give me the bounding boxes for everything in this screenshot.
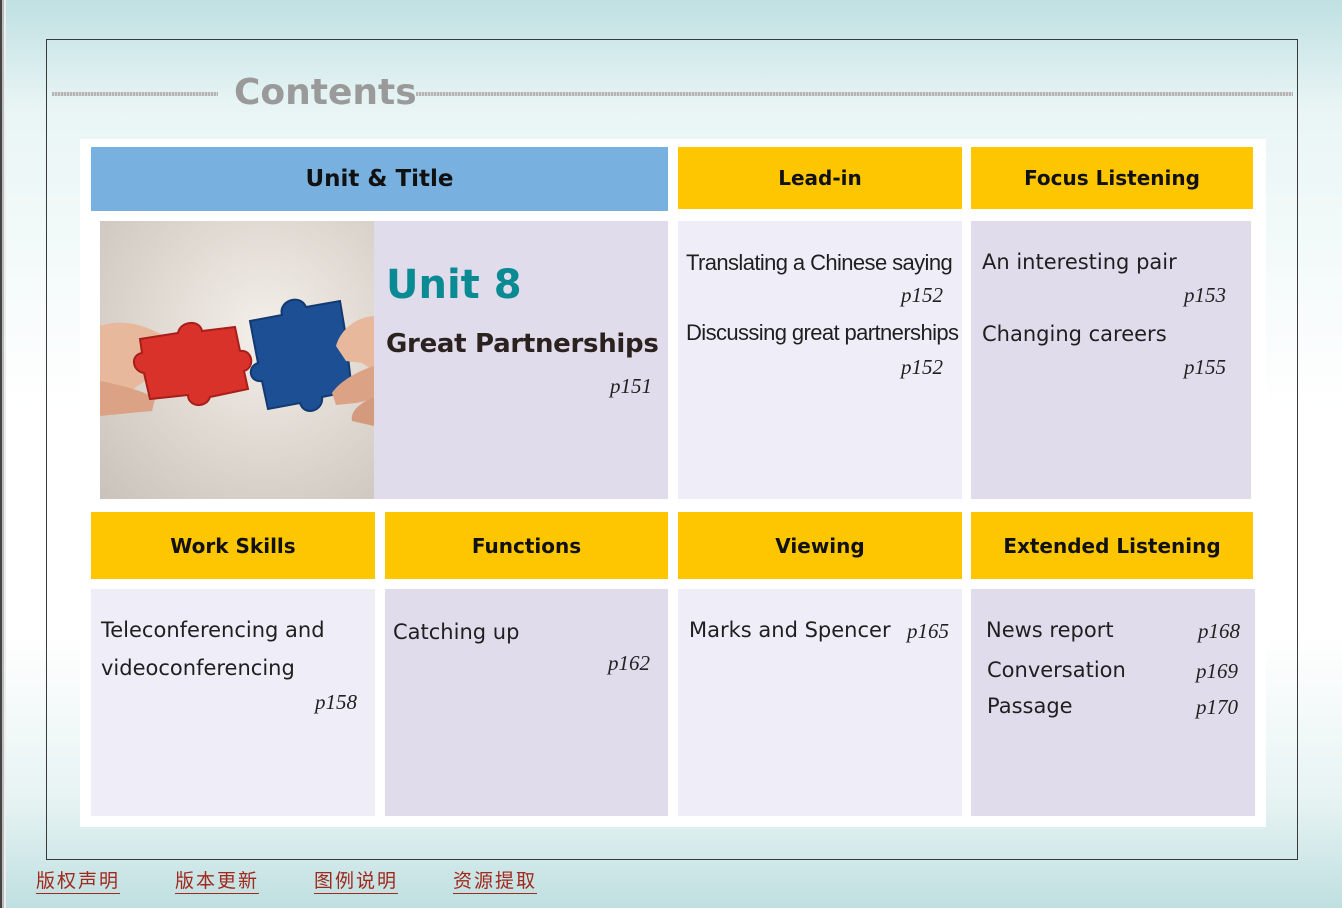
focus-listening-item-2[interactable]: Changing careers bbox=[982, 322, 1167, 346]
heading-divider-left bbox=[52, 92, 218, 96]
work-skills-page[interactable]: p158 bbox=[315, 690, 357, 715]
extended-listening-item-2-page[interactable]: p169 bbox=[1196, 659, 1238, 684]
focus-listening-item-1-page[interactable]: p153 bbox=[1184, 283, 1226, 308]
functions-item[interactable]: Catching up bbox=[393, 620, 519, 644]
footer-link-copyright[interactable]: 版权声明 bbox=[36, 869, 121, 894]
extended-listening-item-1[interactable]: News report bbox=[986, 618, 1114, 642]
puzzle-pieces-image bbox=[100, 221, 374, 499]
extended-listening-item-3[interactable]: Passage bbox=[987, 694, 1073, 718]
work-skills-line-1[interactable]: Teleconferencing and bbox=[101, 618, 325, 642]
header-lead-in: Lead-in bbox=[678, 147, 962, 209]
unit-page-link[interactable]: p151 bbox=[610, 374, 652, 399]
header-functions: Functions bbox=[385, 512, 668, 579]
puzzle-illustration bbox=[100, 298, 374, 426]
viewing-page[interactable]: p165 bbox=[907, 619, 949, 644]
extended-listening-item-2[interactable]: Conversation bbox=[987, 658, 1126, 682]
header-viewing: Viewing bbox=[678, 512, 962, 579]
lead-in-item-2-page[interactable]: p152 bbox=[901, 355, 943, 380]
work-skills-line-2[interactable]: videoconferencing bbox=[101, 656, 295, 680]
extended-listening-item-1-page[interactable]: p168 bbox=[1198, 619, 1240, 644]
unit-title: Great Partnerships bbox=[386, 329, 659, 359]
focus-listening-item-1[interactable]: An interesting pair bbox=[982, 250, 1177, 274]
footer-link-resources[interactable]: 资源提取 bbox=[453, 869, 538, 894]
focus-listening-item-2-page[interactable]: p155 bbox=[1184, 355, 1226, 380]
header-extended-listening: Extended Listening bbox=[971, 512, 1253, 579]
footer-link-legend[interactable]: 图例说明 bbox=[314, 869, 399, 894]
lead-in-item-2[interactable]: Discussing great partnerships bbox=[686, 320, 959, 346]
window-left-edge bbox=[0, 0, 6, 908]
extended-listening-item-3-page[interactable]: p170 bbox=[1196, 695, 1238, 720]
header-work-skills: Work Skills bbox=[91, 512, 375, 579]
header-focus-listening: Focus Listening bbox=[971, 147, 1253, 209]
lead-in-item-1[interactable]: Translating a Chinese saying bbox=[686, 250, 953, 276]
lead-in-item-1-page[interactable]: p152 bbox=[901, 283, 943, 308]
unit-number: Unit 8 bbox=[386, 262, 522, 308]
footer-link-version[interactable]: 版本更新 bbox=[175, 869, 260, 894]
functions-page[interactable]: p162 bbox=[608, 651, 650, 676]
viewing-item[interactable]: Marks and Spencer bbox=[689, 618, 891, 642]
header-unit-title: Unit & Title bbox=[91, 147, 668, 211]
heading-divider-right bbox=[416, 92, 1293, 96]
page-title: Contents bbox=[234, 72, 417, 113]
